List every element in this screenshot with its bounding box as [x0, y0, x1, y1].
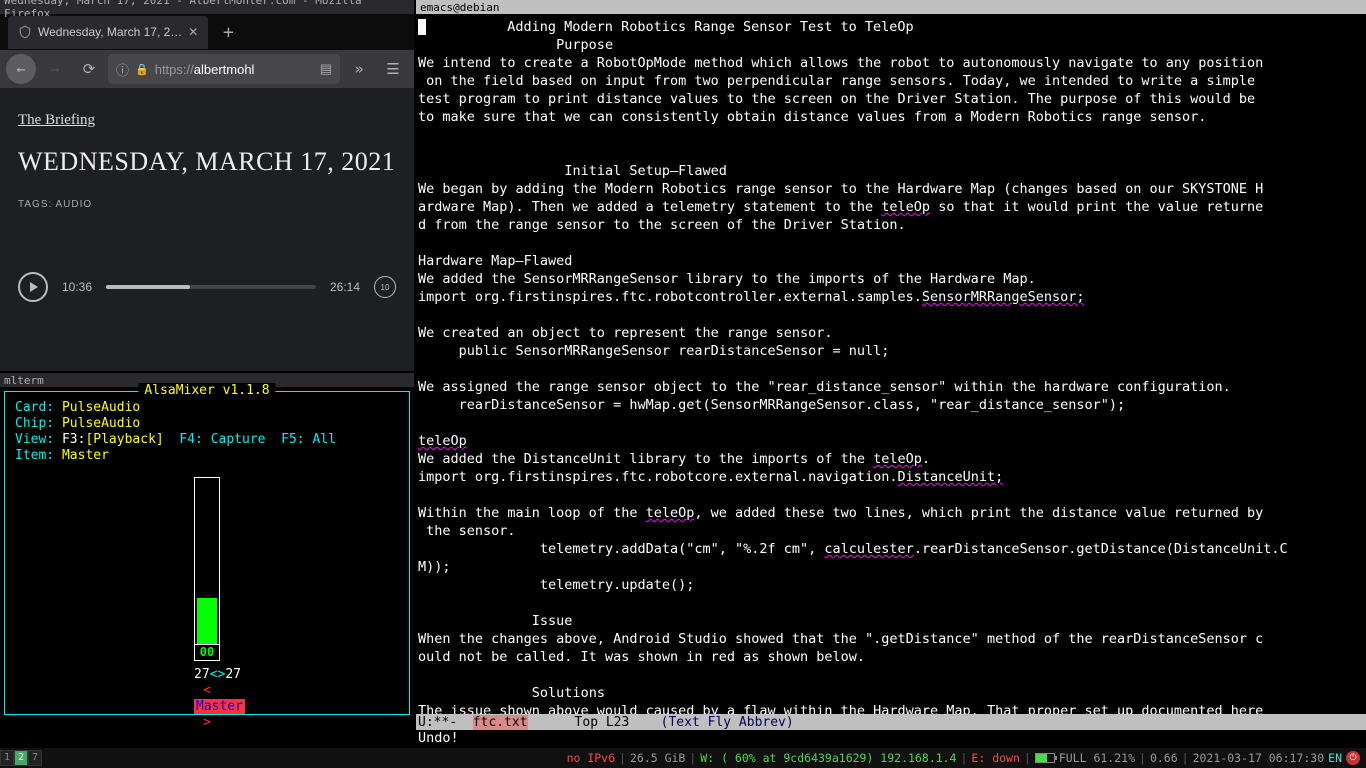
alsa-view-capture[interactable]: F4: Capture [179, 432, 265, 447]
buffer-filename: ftc.txt [473, 715, 528, 730]
workspace-2[interactable]: 2 [14, 750, 28, 766]
firefox-tab[interactable]: Wednesday, March 17, 2… ✕ [8, 16, 208, 49]
close-icon[interactable]: ✕ [188, 25, 198, 39]
tags-label: TAGS: AUDIO [18, 199, 396, 210]
workspace-list[interactable]: 1 2 7 [0, 750, 42, 766]
alsa-card: PulseAudio [62, 400, 140, 415]
firefox-tab-label: Wednesday, March 17, 2… [38, 25, 182, 39]
wifi-status: W: ( 60% at 9cd6439a1629) 192.168.1.4 [700, 751, 956, 765]
reload-button[interactable]: ⟳ [74, 54, 104, 84]
time-total: 26:14 [330, 280, 360, 294]
seek-bar[interactable] [106, 285, 316, 289]
firefox-window-title: Wednesday, March 17, 2021 - AlbertMohler… [0, 0, 414, 14]
memory-status: 26.5 GiB [630, 751, 685, 765]
back-button[interactable]: ← [6, 54, 36, 84]
emacs-echo-area: Undo! [416, 730, 1366, 748]
info-icon: ⓘ [116, 60, 129, 79]
audio-player: 10:36 26:14 10 [18, 272, 396, 302]
firefox-toolbar: ← → ⟳ ⓘ 🔒 https://albertmohl ▤ » ☰ [0, 50, 414, 88]
channel-master: Master [194, 699, 245, 714]
emacs-window-title: emacs@debian [416, 0, 1366, 14]
overflow-button[interactable]: » [344, 54, 374, 84]
alsamixer[interactable]: AlsaMixer v1.1.8 Card: PulseAudio Chip: … [4, 391, 410, 715]
ipv6-status: no IPv6 [567, 751, 615, 765]
alsamixer-title: AlsaMixer v1.1.8 [138, 383, 275, 399]
battery-status: FULL 61.21% [1059, 751, 1135, 765]
menu-button[interactable]: ☰ [378, 54, 408, 84]
new-tab-button[interactable]: + [214, 18, 242, 46]
alsa-item: Master [62, 448, 109, 463]
lock-icon: 🔒 [135, 63, 149, 76]
workspace-7[interactable]: 7 [28, 750, 42, 766]
ethernet-status: E: down [971, 751, 1019, 765]
volume-meter[interactable]: 00 27<>27 < Master > [194, 477, 220, 731]
i3-status-bar: 1 2 7 no IPv6| 26.5 GiB| W: ( 60% at 9cd… [0, 748, 1366, 768]
firefox-content: The Briefing WEDNESDAY, MARCH 17, 2021 T… [0, 88, 414, 371]
reader-icon[interactable]: ▤ [320, 61, 332, 77]
url-bar[interactable]: ⓘ 🔒 https://albertmohl ▤ [108, 54, 340, 84]
briefing-link[interactable]: The Briefing [18, 112, 396, 129]
replay-button[interactable]: 10 [374, 276, 396, 298]
emacs-modeline: U:**- ftc.txt Top L23 (Text Fly Abbrev) [416, 714, 1366, 730]
alsa-view-playback[interactable]: [Playback] [85, 432, 163, 447]
alsa-view-all[interactable]: F5: All [281, 432, 336, 447]
page-heading: WEDNESDAY, MARCH 17, 2021 [18, 147, 396, 177]
emacs-buffer[interactable]: Adding Modern Robotics Range Sensor Test… [416, 14, 1366, 714]
keyboard-layout: EN [1328, 751, 1342, 765]
datetime: 2021-03-17 06:17:30 [1193, 751, 1325, 765]
shield-icon [18, 25, 32, 39]
workspace-1[interactable]: 1 [0, 750, 14, 766]
time-current: 10:36 [62, 280, 92, 294]
forward-button[interactable]: → [40, 54, 70, 84]
mute-indicator[interactable]: 00 [194, 645, 220, 661]
battery-icon [1035, 753, 1055, 763]
play-button[interactable] [18, 272, 48, 302]
load-status: 0.66 [1150, 751, 1178, 765]
power-icon[interactable]: ⏻ [1346, 751, 1360, 765]
alsa-chip: PulseAudio [62, 416, 140, 431]
